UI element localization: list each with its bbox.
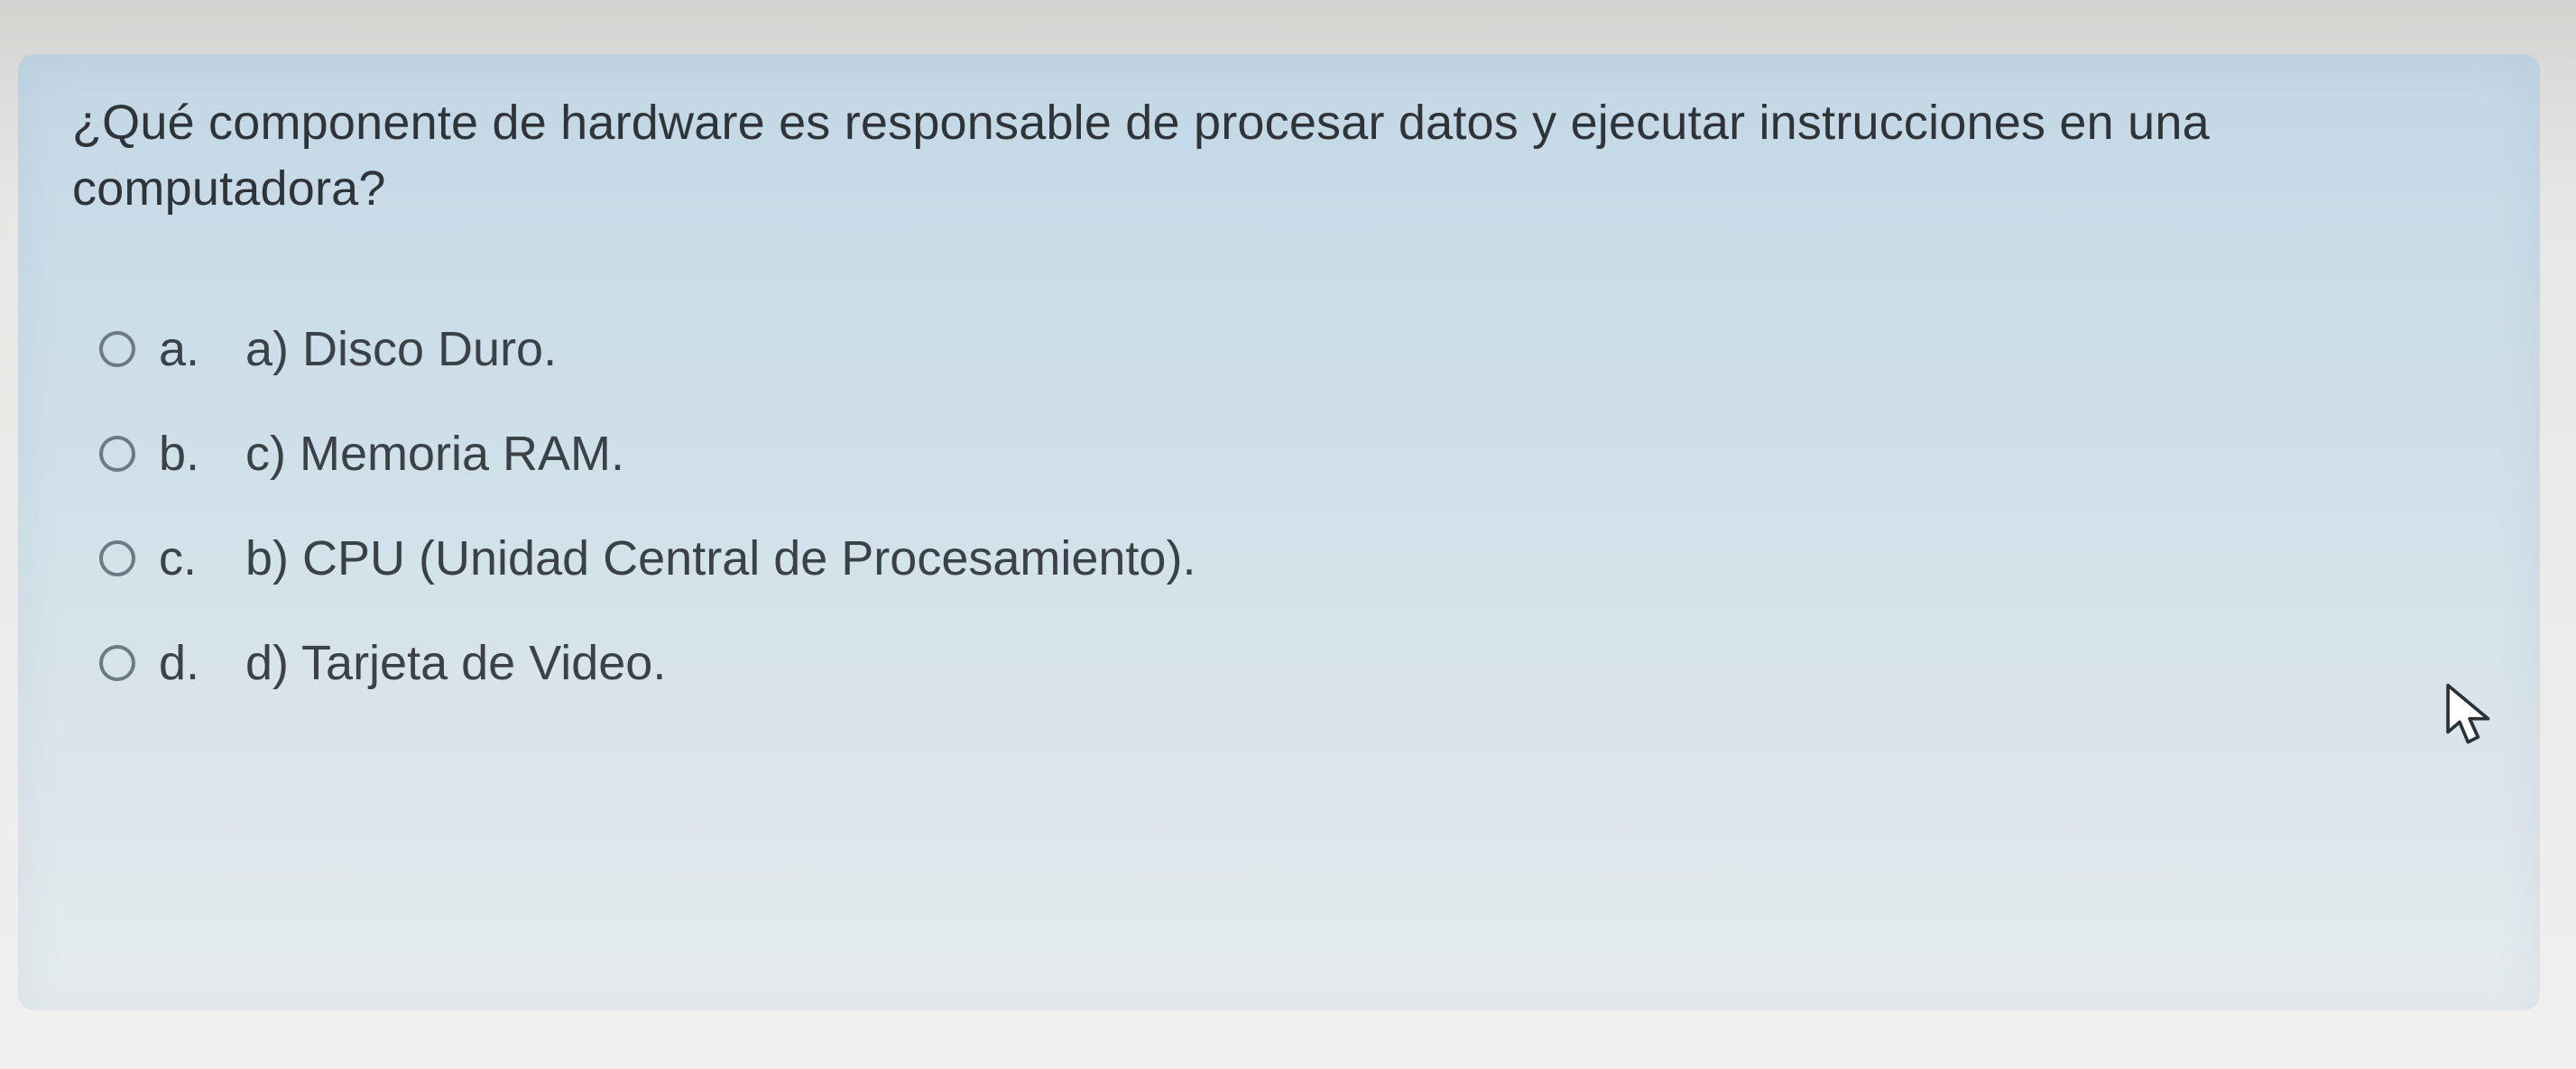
question-card: ¿Qué componente de hardware es responsab… bbox=[18, 54, 2540, 1010]
option-d[interactable]: d. d) Tarjeta de Video. bbox=[99, 635, 2495, 691]
radio-d[interactable] bbox=[99, 645, 135, 681]
cursor-icon bbox=[2444, 682, 2498, 749]
option-b[interactable]: b. c) Memoria RAM. bbox=[99, 426, 2495, 482]
option-letter-b: b. bbox=[159, 426, 222, 482]
radio-a[interactable] bbox=[99, 331, 135, 367]
option-letter-d: d. bbox=[159, 635, 222, 691]
radio-b[interactable] bbox=[99, 436, 135, 472]
option-label-c: b) CPU (Unidad Central de Procesamiento)… bbox=[245, 530, 2495, 586]
option-label-a: a) Disco Duro. bbox=[245, 321, 2495, 377]
question-text: ¿Qué componente de hardware es responsab… bbox=[72, 90, 2495, 222]
radio-c[interactable] bbox=[99, 540, 135, 576]
option-label-b: c) Memoria RAM. bbox=[245, 426, 2495, 482]
option-a[interactable]: a. a) Disco Duro. bbox=[99, 321, 2495, 377]
options-list: a. a) Disco Duro. b. c) Memoria RAM. c. … bbox=[72, 321, 2495, 691]
option-letter-c: c. bbox=[159, 530, 222, 586]
option-letter-a: a. bbox=[159, 321, 222, 377]
option-label-d: d) Tarjeta de Video. bbox=[245, 635, 2495, 691]
option-c[interactable]: c. b) CPU (Unidad Central de Procesamien… bbox=[99, 530, 2495, 586]
